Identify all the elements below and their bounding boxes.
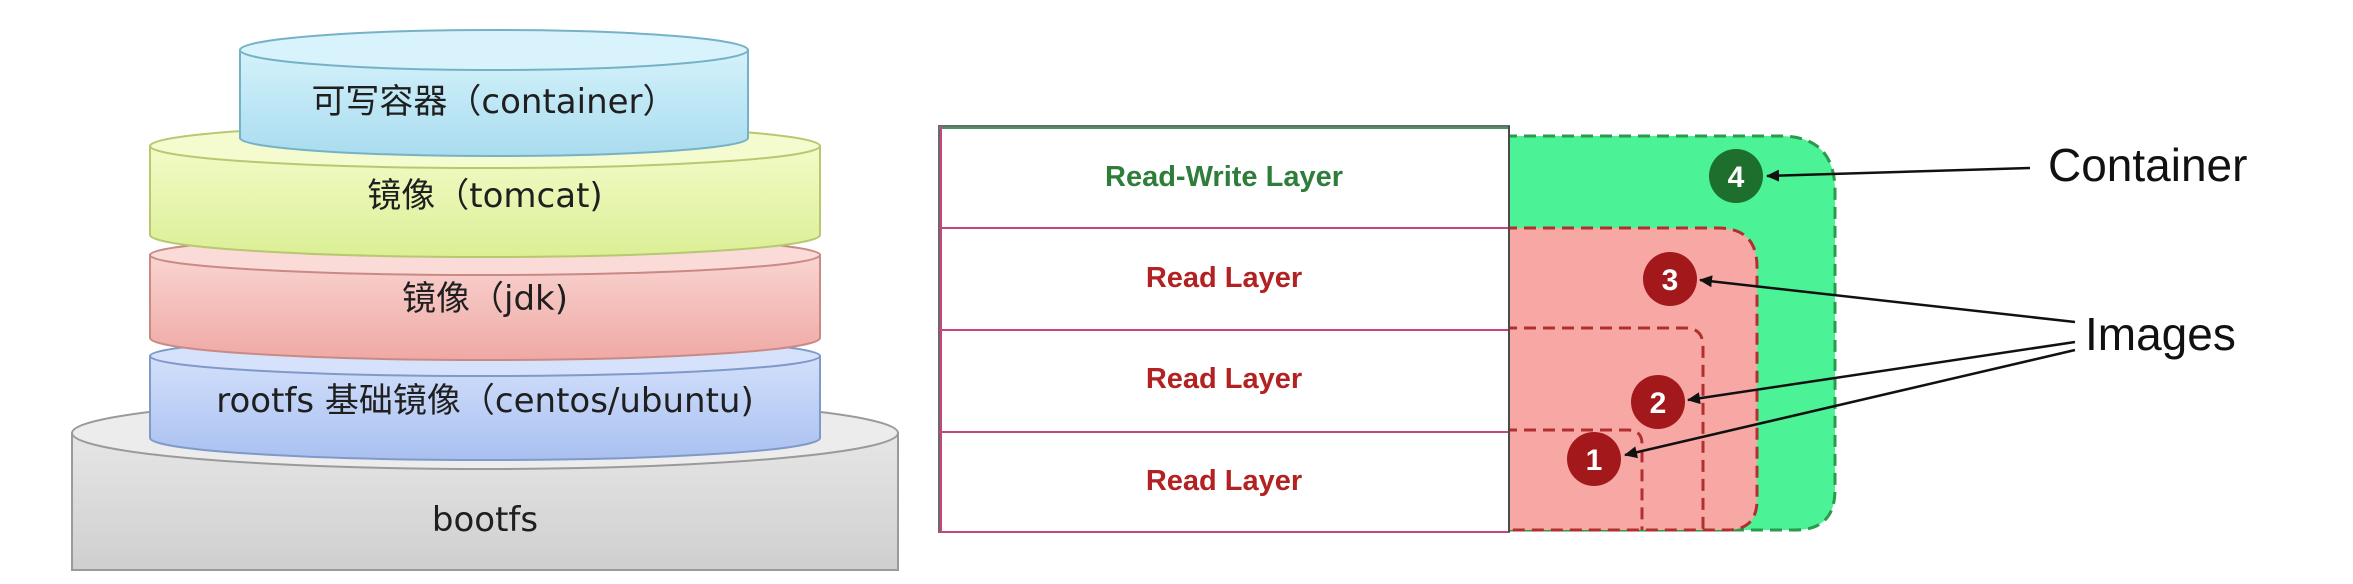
callout-container: Container [2048,139,2247,191]
badge-4: 4 [1709,149,1763,203]
layer-row-read-write: Read-Write Layer [1105,161,1343,193]
layer-row-read-3: Read Layer [1146,262,1302,294]
image-region-3 [1503,226,1759,532]
svg-text:3: 3 [1662,264,1679,297]
right-layer-diagram: Read-Write Layer Read Layer Read Layer R… [938,125,2247,533]
stack-label-tomcat: 镜像（tomcat) [367,176,602,216]
badge-2: 2 [1631,375,1685,429]
docker-layers-diagram: bootfs rootfs 基础镜像（centos/ubuntu) 镜像（jdk… [71,29,2247,571]
callout-images: Images [2085,308,2236,360]
layer-table: Read-Write Layer Read Layer Read Layer R… [938,125,1510,533]
badge-1: 1 [1567,432,1621,486]
stack-layer-container: 可写容器（container） [239,29,749,157]
left-layer-stack: bootfs rootfs 基础镜像（centos/ubuntu) 镜像（jdk… [71,29,899,571]
badge-3: 3 [1643,252,1697,306]
layer-row-read-2: Read Layer [1146,363,1302,395]
svg-text:4: 4 [1728,161,1745,194]
stack-label-jdk: 镜像（jdk) [402,279,568,319]
svg-text:1: 1 [1586,444,1603,477]
svg-text:2: 2 [1650,387,1667,420]
stack-label-bootfs: bootfs [432,500,538,540]
layer-row-read-1: Read Layer [1146,465,1302,497]
stack-label-rootfs: rootfs 基础镜像（centos/ubuntu) [216,381,754,421]
stack-label-container: 可写容器（container） [311,82,676,122]
